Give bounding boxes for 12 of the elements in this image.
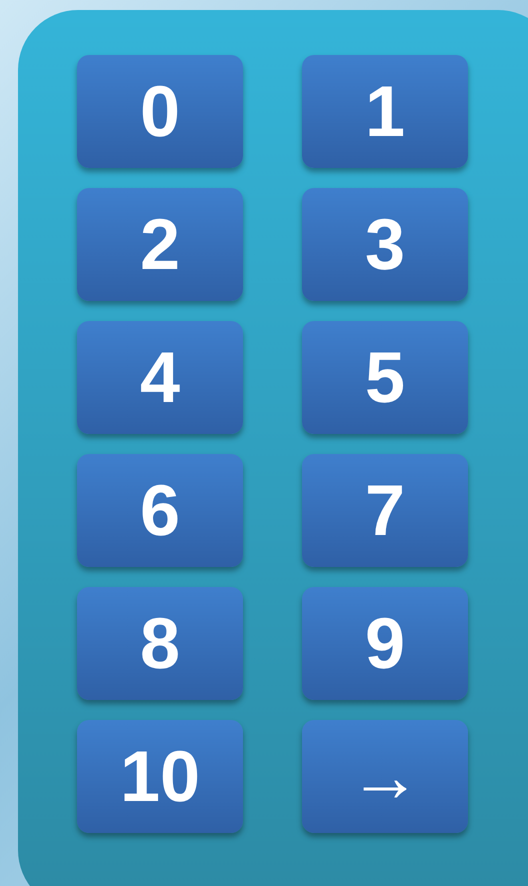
key-button[interactable]: 7 — [302, 454, 468, 567]
key-button[interactable]: 0 — [77, 55, 243, 168]
key-button[interactable]: 10 — [77, 720, 243, 833]
key-button[interactable]: → — [302, 720, 468, 833]
key-button[interactable]: 1 — [302, 55, 468, 168]
key-button[interactable]: 4 — [77, 321, 243, 434]
key-button[interactable]: 8 — [77, 587, 243, 700]
key-button[interactable]: 6 — [77, 454, 243, 567]
key-button[interactable]: 5 — [302, 321, 468, 434]
key-button[interactable]: 9 — [302, 587, 468, 700]
key-button[interactable]: 2 — [77, 188, 243, 301]
key-button[interactable]: 3 — [302, 188, 468, 301]
